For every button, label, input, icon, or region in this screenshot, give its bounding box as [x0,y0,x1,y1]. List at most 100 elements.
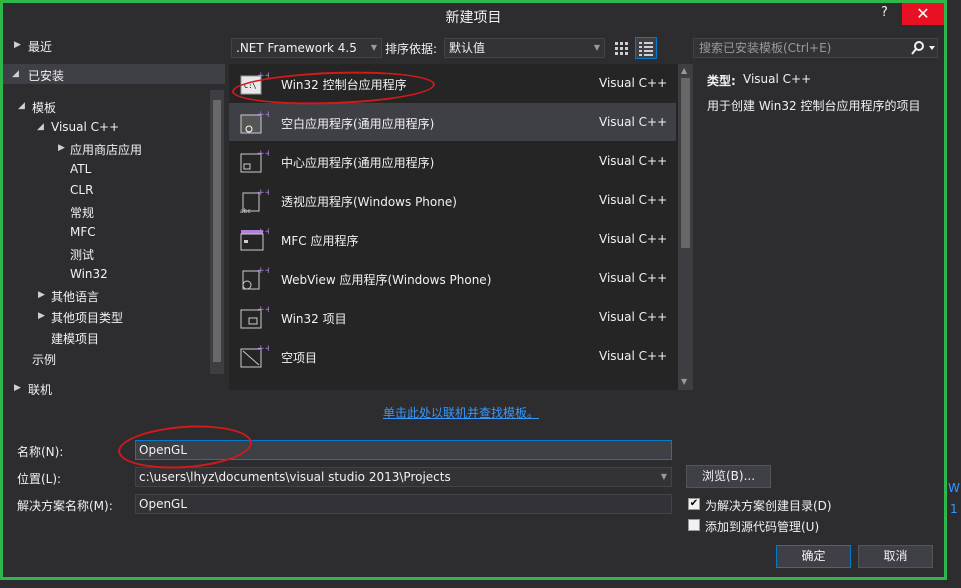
empty-project-icon: ++ [239,343,272,369]
create-directory-checkbox[interactable]: ✔ [688,498,700,510]
template-type: Visual C++ [599,115,668,129]
browse-button[interactable]: 浏览(B)... [686,465,771,488]
list-view-icon [639,42,653,56]
dialog-title: 新建项目 [445,10,502,26]
collapse-arrow-icon[interactable]: ◢ [37,122,44,132]
solution-name-field[interactable]: OpenGL [135,494,672,514]
template-list-scrollbar[interactable]: ▲ ▼ [678,64,693,390]
expand-arrow-icon[interactable]: ▶ [38,311,45,321]
chevron-down-icon: ▼ [660,472,667,481]
expand-arrow-icon[interactable]: ▶ [38,290,45,300]
tree-item-samples[interactable]: 示例 [32,351,56,368]
background-fragment: 1 [950,502,958,516]
source-control-checkbox[interactable] [688,519,700,531]
info-description: 用于创建 Win32 控制台应用程序的项目 [707,99,921,113]
template-type: Visual C++ [599,232,668,246]
template-type: Visual C++ [599,154,668,168]
template-name: WebView 应用程序(Windows Phone) [281,273,492,287]
tree-scrollbar[interactable] [210,90,224,374]
search-icon [911,41,935,55]
scrollbar-thumb[interactable] [681,78,690,248]
tree-item-win32[interactable]: Win32 [70,267,108,281]
collapse-arrow-icon[interactable]: ◢ [12,69,19,79]
svg-text:++: ++ [257,266,269,276]
template-name: Win32 项目 [281,312,347,326]
chevron-down-icon: ▼ [370,43,377,52]
scroll-up-icon[interactable]: ▲ [681,66,687,75]
template-name: 空项目 [281,351,318,365]
svg-text:++: ++ [257,188,269,198]
tree-item-online[interactable]: 联机 [28,381,52,398]
create-directory-label[interactable]: 为解决方案创建目录(D) [705,497,832,514]
svg-text:++: ++ [257,344,269,354]
template-type: Visual C++ [599,76,668,90]
collapse-arrow-icon[interactable]: ◢ [18,101,25,111]
online-templates-link[interactable]: 单击此处以联机并查找模板。 [383,404,539,421]
expand-arrow-icon[interactable]: ▶ [14,383,21,393]
source-control-label[interactable]: 添加到源代码管理(U) [705,518,819,535]
background-fragment: W [948,481,960,495]
list-view-button[interactable] [635,37,657,59]
title-bar: 新建项目 ? ✕ [3,3,944,29]
template-type: Visual C++ [599,349,668,363]
scroll-down-icon[interactable]: ▼ [681,377,687,386]
location-value: c:\users\lhyz\documents\visual studio 20… [139,470,451,484]
tree-item-other-project-types[interactable]: 其他项目类型 [51,309,123,326]
template-row[interactable]: ++ WebView 应用程序(Windows Phone) Visual C++ [229,259,676,297]
template-search-input[interactable]: 搜索已安装模板(Ctrl+E) [693,38,938,58]
mfc-app-icon: ++ [239,226,272,252]
expand-arrow-icon[interactable]: ▶ [14,40,21,50]
grid-view-icon [615,42,628,55]
location-field[interactable]: c:\users\lhyz\documents\visual studio 20… [135,467,672,487]
svg-text:++: ++ [257,149,269,159]
ok-button[interactable]: 确定 [776,545,851,568]
template-name: MFC 应用程序 [281,234,359,248]
pivot-app-icon: abc ++ [239,187,272,215]
template-row[interactable]: ++ 空白应用程序(通用应用程序) Visual C++ [229,103,676,141]
tree-item-other-languages[interactable]: 其他语言 [51,288,99,305]
template-list: C:\ ++ Win32 控制台应用程序 Visual C++ ++ 空白应用程序(通用应… [229,64,678,390]
tree-item-mfc[interactable]: MFC [70,225,96,239]
chevron-down-icon: ▼ [593,43,600,52]
solution-name-label: 解决方案名称(M): [17,499,113,513]
template-row[interactable]: ++ MFC 应用程序 Visual C++ [229,220,676,258]
expand-arrow-icon[interactable]: ▶ [58,143,65,153]
info-type-value: Visual C++ [743,72,812,86]
search-options-button[interactable] [910,40,936,56]
info-type-label: 类型: [707,74,736,88]
template-row[interactable]: abc ++ 透视应用程序(Windows Phone) Visual C++ [229,181,676,219]
tree-item-general[interactable]: 常规 [70,204,94,221]
sort-select[interactable]: 默认值 ▼ [444,38,605,58]
template-type: Visual C++ [599,193,668,207]
tree-item-store-apps[interactable]: 应用商店应用 [70,141,142,158]
name-label: 名称(N): [17,445,64,459]
webview-app-icon: ++ [239,265,272,291]
help-button[interactable]: ? [881,5,897,23]
hub-app-icon: ++ [239,148,272,174]
template-row[interactable]: ++ Win32 项目 Visual C++ [229,298,676,336]
tree-item-visual-cpp[interactable]: Visual C++ [51,120,119,134]
svg-text:abc: abc [240,208,251,215]
template-row[interactable]: ++ 空项目 Visual C++ [229,337,676,375]
svg-text:++: ++ [257,305,269,315]
sort-value: 默认值 [449,41,486,55]
framework-select[interactable]: .NET Framework 4.5 ▼ [231,38,382,58]
tree-item-atl[interactable]: ATL [70,162,91,176]
tree-item-templates[interactable]: 模板 [32,99,56,116]
framework-value: .NET Framework 4.5 [236,41,357,55]
template-type: Visual C++ [599,271,668,285]
scrollbar-thumb[interactable] [213,100,221,362]
sort-label: 排序依据: [385,42,438,56]
tree-item-test[interactable]: 测试 [70,246,94,263]
tree-item-clr[interactable]: CLR [70,183,93,197]
cancel-button[interactable]: 取消 [858,545,933,568]
template-row[interactable]: ++ 中心应用程序(通用应用程序) Visual C++ [229,142,676,180]
close-button[interactable]: ✕ [902,3,944,25]
tree-item-installed[interactable]: 已安装 [28,67,64,84]
svg-text:++: ++ [257,227,269,237]
small-icons-view-button[interactable] [612,38,632,58]
tree-item-modeling-projects[interactable]: 建模项目 [51,330,99,347]
tree-item-recent[interactable]: 最近 [28,38,52,55]
template-name: 透视应用程序(Windows Phone) [281,195,457,209]
win32-project-icon: ++ [239,304,272,330]
